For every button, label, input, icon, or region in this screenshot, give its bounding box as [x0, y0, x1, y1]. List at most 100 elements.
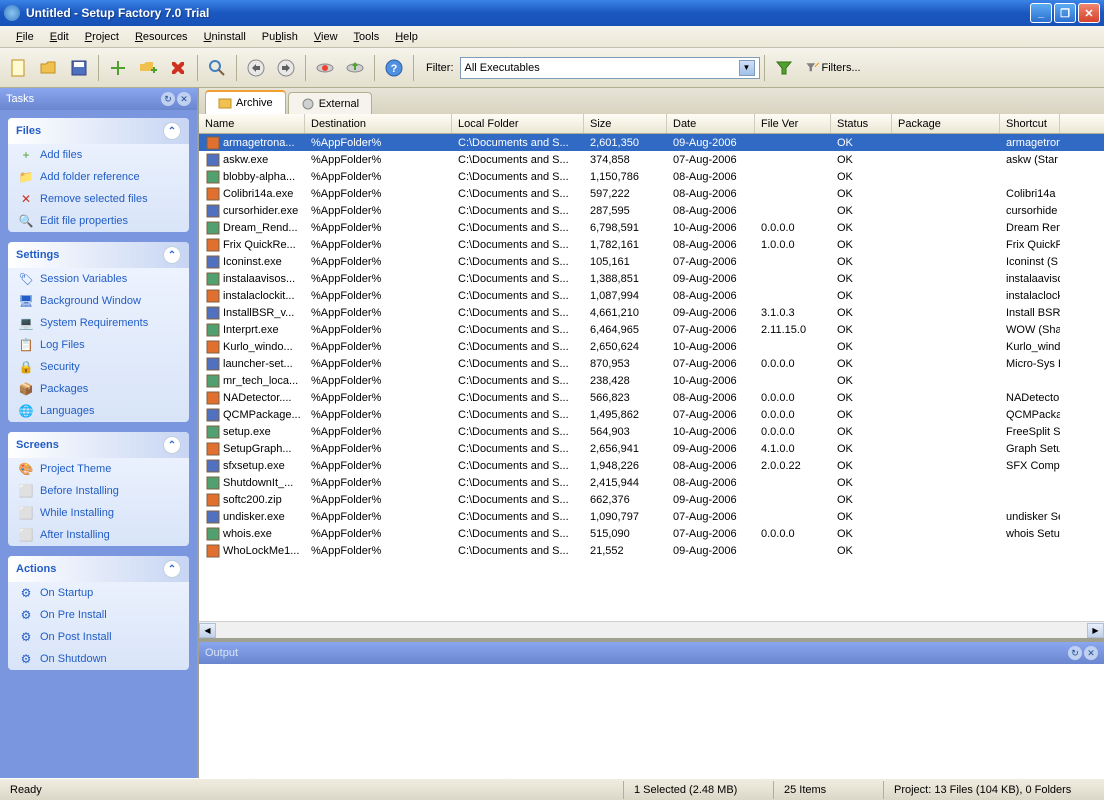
col-package[interactable]: Package — [892, 114, 1000, 133]
file-row[interactable]: Colibri14a.exe%AppFolder%C:\Documents an… — [199, 185, 1104, 202]
file-row[interactable]: softc200.zip%AppFolder%C:\Documents and … — [199, 491, 1104, 508]
task-on-shutdown[interactable]: ⚙On Shutdown — [8, 648, 189, 670]
menu-view[interactable]: View — [306, 28, 346, 46]
task-languages[interactable]: 🌐Languages — [8, 400, 189, 422]
refresh-icon[interactable]: ↻ — [161, 92, 175, 106]
maximize-button[interactable]: ❐ — [1054, 3, 1076, 23]
menu-publish[interactable]: Publish — [254, 28, 306, 46]
file-row[interactable]: Kurlo_windo...%AppFolder%C:\Documents an… — [199, 338, 1104, 355]
file-row[interactable]: launcher-set...%AppFolder%C:\Documents a… — [199, 355, 1104, 372]
menu-tools[interactable]: Tools — [346, 28, 388, 46]
output-header: Output ↻ ✕ — [199, 642, 1104, 664]
file-row[interactable]: whois.exe%AppFolder%C:\Documents and S..… — [199, 525, 1104, 542]
file-row[interactable]: Interprt.exe%AppFolder%C:\Documents and … — [199, 321, 1104, 338]
menu-project[interactable]: Project — [77, 28, 127, 46]
col-destination[interactable]: Destination — [305, 114, 452, 133]
file-row[interactable]: undisker.exe%AppFolder%C:\Documents and … — [199, 508, 1104, 525]
task-on-preinstall[interactable]: ⚙On Pre Install — [8, 604, 189, 626]
task-on-postinstall[interactable]: ⚙On Post Install — [8, 626, 189, 648]
file-row[interactable]: blobby-alpha...%AppFolder%C:\Documents a… — [199, 168, 1104, 185]
file-row[interactable]: WhoLockMe1...%AppFolder%C:\Documents and… — [199, 542, 1104, 559]
redo-button[interactable] — [272, 54, 300, 82]
menu-file[interactable]: File — [8, 28, 42, 46]
task-bg-window[interactable]: 🖥Background Window — [8, 290, 189, 312]
file-row[interactable]: Iconinst.exe%AppFolder%C:\Documents and … — [199, 253, 1104, 270]
scroll-right-icon[interactable]: ▶ — [1087, 623, 1104, 638]
col-localfolder[interactable]: Local Folder — [452, 114, 584, 133]
task-remove-files[interactable]: ✕Remove selected files — [8, 188, 189, 210]
delete-button[interactable] — [164, 54, 192, 82]
close-output-icon[interactable]: ✕ — [1084, 646, 1098, 660]
task-session-vars[interactable]: 🏷Session Variables — [8, 268, 189, 290]
col-date[interactable]: Date — [667, 114, 755, 133]
file-row[interactable]: Dream_Rend...%AppFolder%C:\Documents and… — [199, 219, 1104, 236]
file-row[interactable]: instalaavisos...%AppFolder%C:\Documents … — [199, 270, 1104, 287]
output-body — [199, 664, 1104, 778]
filter-selected: All Executables — [465, 62, 540, 74]
collapse-icon[interactable]: ⌃ — [163, 246, 181, 264]
task-sys-req[interactable]: 💻System Requirements — [8, 312, 189, 334]
task-while-install[interactable]: ⬜While Installing — [8, 502, 189, 524]
file-row[interactable]: mr_tech_loca...%AppFolder%C:\Documents a… — [199, 372, 1104, 389]
file-row[interactable]: armagetrona...%AppFolder%C:\Documents an… — [199, 134, 1104, 151]
refresh-output-icon[interactable]: ↻ — [1068, 646, 1082, 660]
menu-help[interactable]: Help — [387, 28, 426, 46]
task-before-install[interactable]: ⬜Before Installing — [8, 480, 189, 502]
menu-resources[interactable]: Resources — [127, 28, 196, 46]
undo-button[interactable] — [242, 54, 270, 82]
file-row[interactable]: setup.exe%AppFolder%C:\Documents and S..… — [199, 423, 1104, 440]
close-button[interactable]: ✕ — [1078, 3, 1100, 23]
add-folder-button[interactable] — [134, 54, 162, 82]
open-button[interactable] — [35, 54, 63, 82]
file-row[interactable]: ShutdownIt_...%AppFolder%C:\Documents an… — [199, 474, 1104, 491]
file-row[interactable]: cursorhider.exe%AppFolder%C:\Documents a… — [199, 202, 1104, 219]
task-edit-props[interactable]: 🔍Edit file properties — [8, 210, 189, 232]
file-row[interactable]: QCMPackage...%AppFolder%C:\Documents and… — [199, 406, 1104, 423]
collapse-icon[interactable]: ⌃ — [163, 560, 181, 578]
search-button[interactable] — [203, 54, 231, 82]
close-panel-icon[interactable]: ✕ — [177, 92, 191, 106]
task-on-startup[interactable]: ⚙On Startup — [8, 582, 189, 604]
save-button[interactable] — [65, 54, 93, 82]
filter-apply-button[interactable] — [770, 54, 798, 82]
col-shortcut[interactable]: Shortcut — [1000, 114, 1060, 133]
col-size[interactable]: Size — [584, 114, 667, 133]
tasks-header: Tasks ↻ ✕ — [0, 88, 197, 110]
horizontal-scrollbar[interactable]: ◀ ▶ — [199, 621, 1104, 638]
col-name[interactable]: Name — [199, 114, 305, 133]
new-button[interactable] — [5, 54, 33, 82]
file-row[interactable]: SetupGraph...%AppFolder%C:\Documents and… — [199, 440, 1104, 457]
collapse-icon[interactable]: ⌃ — [163, 122, 181, 140]
collapse-icon[interactable]: ⌃ — [163, 436, 181, 454]
file-row[interactable]: NADetector....%AppFolder%C:\Documents an… — [199, 389, 1104, 406]
task-packages[interactable]: 📦Packages — [8, 378, 189, 400]
menu-uninstall[interactable]: Uninstall — [196, 28, 254, 46]
scroll-left-icon[interactable]: ◀ — [199, 623, 216, 638]
file-row[interactable]: askw.exe%AppFolder%C:\Documents and S...… — [199, 151, 1104, 168]
menu-edit[interactable]: Edit — [42, 28, 77, 46]
task-after-install[interactable]: ⬜After Installing — [8, 524, 189, 546]
file-row[interactable]: instalaclockit...%AppFolder%C:\Documents… — [199, 287, 1104, 304]
file-row[interactable]: InstallBSR_v...%AppFolder%C:\Documents a… — [199, 304, 1104, 321]
task-theme[interactable]: 🎨Project Theme — [8, 458, 189, 480]
filter-select[interactable]: All Executables ▼ — [460, 57, 760, 79]
tab-external[interactable]: External — [288, 92, 372, 114]
tab-archive[interactable]: Archive — [205, 90, 286, 114]
file-list-area: Name Destination Local Folder Size Date … — [199, 114, 1104, 638]
file-row[interactable]: sfxsetup.exe%AppFolder%C:\Documents and … — [199, 457, 1104, 474]
col-status[interactable]: Status — [831, 114, 892, 133]
task-security[interactable]: 🔒Security — [8, 356, 189, 378]
filter-edit-button[interactable]: Filters... — [800, 54, 865, 82]
build-button[interactable] — [311, 54, 339, 82]
status-project: Project: 13 Files (104 KB), 0 Folders — [884, 781, 1104, 799]
task-add-folder[interactable]: 📁Add folder reference — [8, 166, 189, 188]
publish-button[interactable] — [341, 54, 369, 82]
minimize-button[interactable]: _ — [1030, 3, 1052, 23]
add-button[interactable] — [104, 54, 132, 82]
task-log-files[interactable]: 📋Log Files — [8, 334, 189, 356]
help-button[interactable]: ? — [380, 54, 408, 82]
col-filever[interactable]: File Ver — [755, 114, 831, 133]
task-add-files[interactable]: +Add files — [8, 144, 189, 166]
file-row[interactable]: Frix QuickRe...%AppFolder%C:\Documents a… — [199, 236, 1104, 253]
file-list[interactable]: armagetrona...%AppFolder%C:\Documents an… — [199, 134, 1104, 621]
